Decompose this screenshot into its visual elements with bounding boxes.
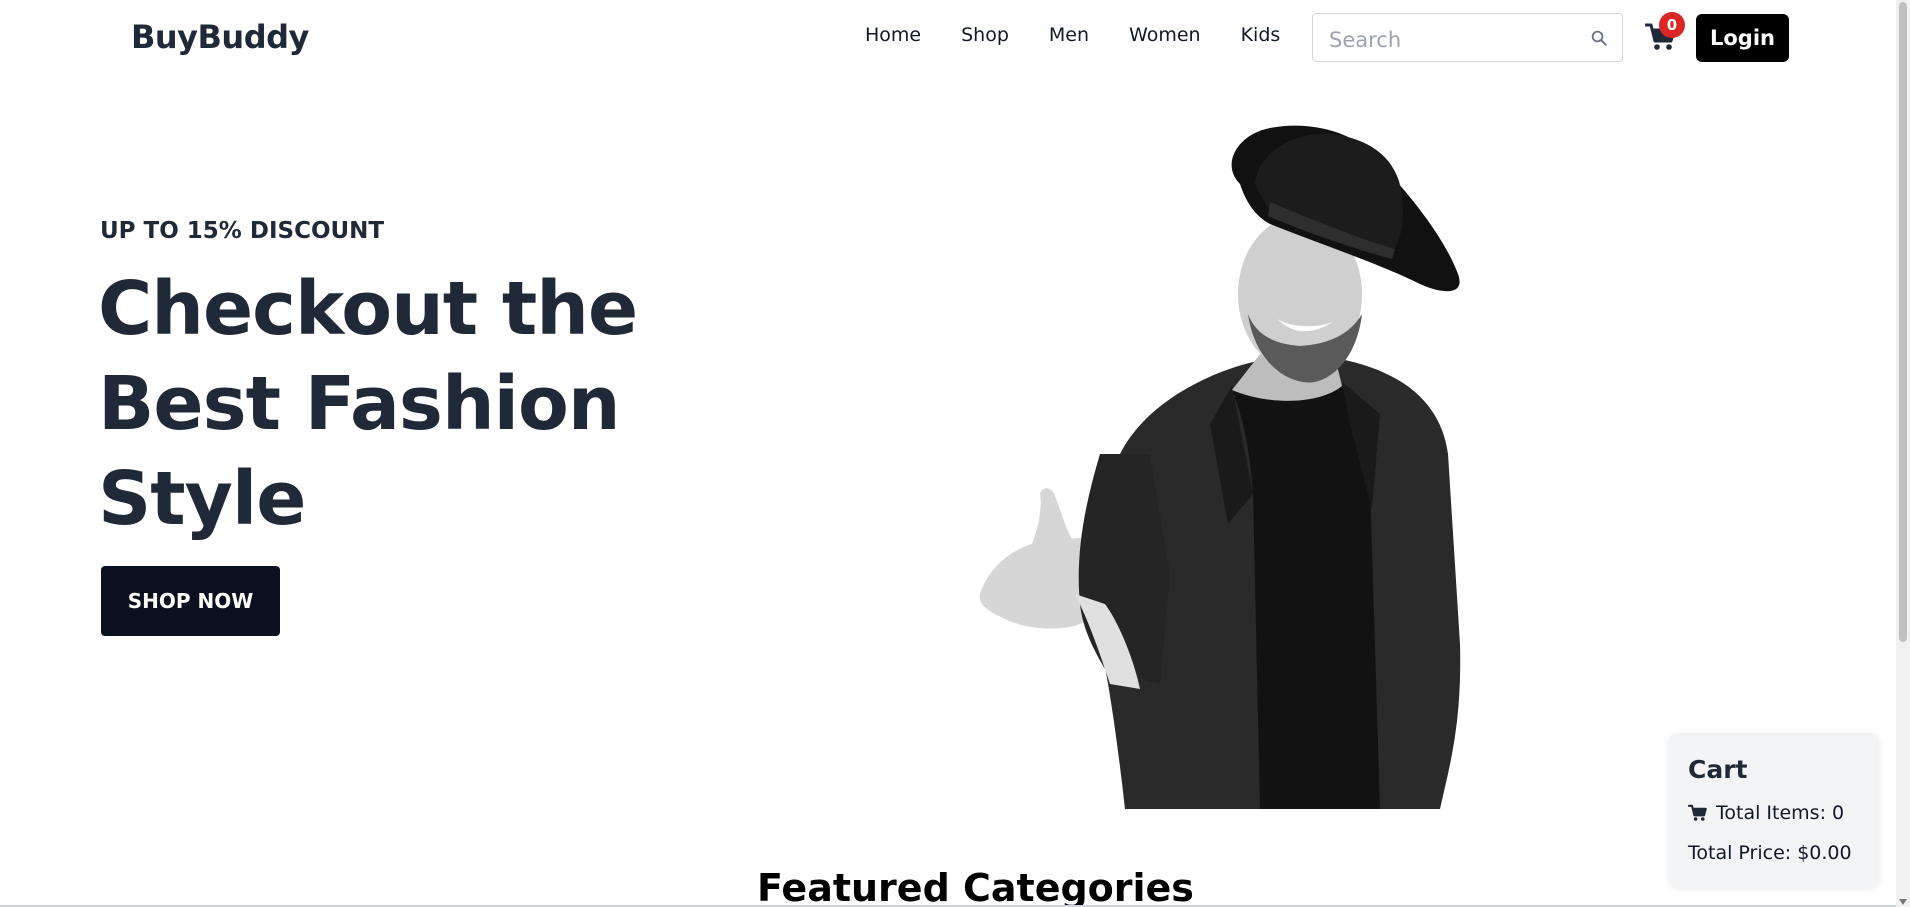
cart-small-icon (1688, 804, 1707, 821)
nav-item-home[interactable]: Home (865, 24, 921, 46)
nav-item-men[interactable]: Men (1049, 24, 1089, 46)
main-nav: Home Shop Men Women Kids (865, 24, 1280, 46)
discount-label: UP TO 15% DISCOUNT (100, 218, 385, 244)
nav-item-kids[interactable]: Kids (1241, 24, 1281, 46)
nav-item-shop[interactable]: Shop (961, 24, 1009, 46)
cart-total-price: Total Price: $0.00 (1688, 842, 1852, 864)
cart-panel-title: Cart (1688, 755, 1748, 784)
nav-item-women[interactable]: Women (1129, 24, 1201, 46)
search-input[interactable] (1327, 26, 1571, 54)
login-button[interactable]: Login (1696, 14, 1789, 62)
cart-summary-panel[interactable]: Cart Total Items: 0 Total Price: $0.00 (1669, 733, 1879, 887)
brand-logo[interactable]: BuyBuddy (131, 18, 309, 56)
cart-total-items: Total Items: 0 (1688, 802, 1844, 824)
fashion-model-image (979, 125, 1461, 809)
shop-now-button[interactable]: SHOP NOW (101, 566, 280, 636)
scrollbar-thumb[interactable] (1899, 2, 1907, 642)
page: BuyBuddy Home Shop Men Women Kids 0 Logi… (0, 0, 1910, 907)
scroll-down-arrow-icon[interactable] (1899, 899, 1907, 905)
cart-count-badge: 0 (1659, 12, 1685, 38)
search-box (1312, 13, 1623, 62)
featured-categories-heading: Featured Categories (757, 866, 1194, 907)
cart-total-items-text: Total Items: 0 (1716, 802, 1845, 824)
vertical-scrollbar[interactable] (1896, 0, 1910, 907)
search-icon[interactable] (1590, 29, 1608, 47)
hero-title: Checkout the Best Fashion Style (98, 266, 638, 542)
